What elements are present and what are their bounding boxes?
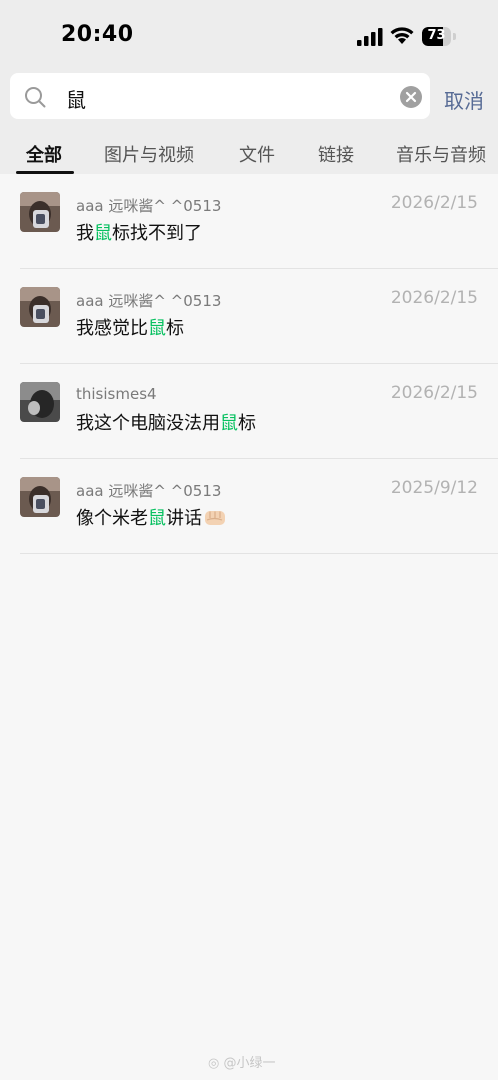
- search-icon: [25, 87, 46, 108]
- message-date: 2026/2/15: [390, 288, 478, 308]
- search-header: 鼠 取消: [0, 70, 498, 126]
- list-item[interactable]: aaa 远咪酱^ ^0513 2026/2/15 我鼠标找不到了: [0, 174, 498, 269]
- fist-emoji-icon: [205, 511, 225, 525]
- weibo-icon: ◎: [208, 1056, 220, 1071]
- message-text: 我感觉比鼠标: [76, 318, 184, 339]
- message-date: 2026/2/15: [390, 383, 478, 403]
- message-text: 像个米老鼠讲话: [76, 504, 226, 530]
- keyword-highlight: 鼠: [148, 508, 166, 529]
- list-item[interactable]: aaa 远咪酱^ ^0513 2026/2/15 我感觉比鼠标: [0, 269, 498, 364]
- keyword-highlight: 鼠: [220, 413, 238, 434]
- tab-files[interactable]: 文件: [239, 141, 275, 167]
- tab-music-audio[interactable]: 音乐与音频: [396, 141, 486, 167]
- sender-name: aaa 远咪酱^ ^0513: [76, 482, 222, 500]
- search-results: aaa 远咪酱^ ^0513 2026/2/15 我鼠标找不到了 aaa 远咪酱…: [0, 174, 498, 554]
- battery-indicator: 73: [422, 27, 456, 46]
- message-text: 我鼠标找不到了: [76, 223, 202, 244]
- search-query[interactable]: 鼠: [66, 84, 86, 113]
- tab-images-videos[interactable]: 图片与视频: [104, 141, 194, 167]
- avatar: [20, 192, 60, 232]
- cancel-button[interactable]: 取消: [444, 85, 484, 114]
- status-bar: 20:40 73: [0, 0, 498, 70]
- battery-percent: 73: [427, 28, 446, 43]
- clear-icon[interactable]: [400, 86, 422, 108]
- watermark: ◎ @小绿一: [208, 1056, 276, 1071]
- tab-links[interactable]: 链接: [318, 141, 354, 167]
- keyword-highlight: 鼠: [148, 318, 166, 339]
- search-input[interactable]: 鼠: [10, 73, 430, 119]
- sender-name: aaa 远咪酱^ ^0513: [76, 197, 222, 215]
- message-date: 2026/2/15: [390, 193, 478, 213]
- tab-all[interactable]: 全部: [26, 141, 62, 167]
- avatar: [20, 287, 60, 327]
- sender-name: thisismes4: [76, 385, 157, 403]
- message-date: 2025/9/12: [390, 478, 478, 498]
- message-text: 我这个电脑没法用鼠标: [76, 413, 256, 434]
- wifi-icon: [390, 27, 414, 44]
- sender-name: aaa 远咪酱^ ^0513: [76, 292, 222, 310]
- avatar: [20, 477, 60, 517]
- avatar: [20, 382, 60, 422]
- cellular-signal-icon: [357, 28, 383, 46]
- status-time: 20:40: [61, 22, 134, 47]
- list-item[interactable]: thisismes4 2026/2/15 我这个电脑没法用鼠标: [0, 364, 498, 459]
- keyword-highlight: 鼠: [94, 223, 112, 244]
- filter-tabs: 全部 图片与视频 文件 链接 音乐与音频: [0, 126, 498, 174]
- list-item[interactable]: aaa 远咪酱^ ^0513 2025/9/12 像个米老鼠讲话: [0, 459, 498, 554]
- divider: [20, 553, 498, 554]
